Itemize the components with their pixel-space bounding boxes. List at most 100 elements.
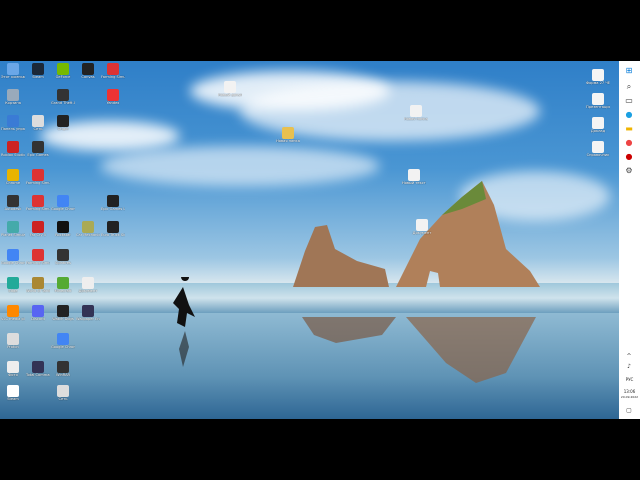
document-icon [416, 219, 428, 231]
icon-30[interactable]: Minecraft [51, 277, 75, 303]
icon-label: Watch Dogs [52, 317, 74, 321]
notifications-icon[interactable]: ▢ [623, 405, 635, 417]
settings-icon[interactable]: ⚙ [623, 165, 635, 177]
icon-14[interactable]: Chrome [1, 169, 25, 195]
icon-2[interactable]: Steam [26, 63, 50, 89]
start-icon[interactable]: ⊞ [623, 65, 635, 77]
app-icon [32, 249, 44, 261]
icon-21[interactable]: Far Cry 5 [26, 221, 50, 247]
icon-4[interactable]: Canvas [76, 63, 100, 89]
icon-1[interactable]: Этот компьютер [1, 63, 25, 89]
icon-9[interactable]: Панель управления [1, 115, 25, 141]
icon-16[interactable]: Autodesk [1, 195, 25, 221]
icon-25[interactable]: Google Chrome [1, 249, 25, 275]
desktop-wallpaper: Этот компьютер Steam GeForce Canvas Farming … [0, 61, 619, 419]
file-4[interactable]: Новый текстовый документ [402, 169, 426, 195]
icon-label: Документ [78, 289, 98, 293]
icon-7[interactable]: Grand Theft Auto [51, 89, 75, 115]
icon-34[interactable]: Watch Dogs [51, 305, 75, 331]
icon-20[interactable]: Planet Simulator [1, 221, 25, 247]
app-icon [57, 277, 69, 289]
icon-39[interactable]: Total Commander [26, 361, 50, 387]
icon-6[interactable]: Корзина [1, 89, 25, 115]
app-icon [32, 277, 44, 289]
app-icon [7, 249, 19, 261]
icon-36[interactable]: Proton [1, 333, 25, 359]
icon-label: Google Chrome [51, 207, 75, 211]
rfile-2[interactable]: Презентация [586, 93, 610, 119]
rfile-1[interactable]: Форма 27 ЧЕТВ [586, 69, 610, 95]
icon-33[interactable]: Discord [26, 305, 50, 331]
yandex-icon[interactable]: ● [623, 151, 635, 163]
icon-37[interactable]: Google Chrome [51, 333, 75, 359]
icon-26[interactable]: Farming Simulator [26, 249, 50, 275]
app-icon [82, 277, 94, 289]
icon-11[interactable]: Origin [51, 115, 75, 141]
file-1[interactable]: Новый документ [218, 81, 242, 107]
icon-5[interactable]: Farming Simulator [101, 63, 125, 89]
icon-label: Car Mechanic [76, 233, 100, 237]
icon-28[interactable]: Edge [1, 277, 25, 303]
app-icon [32, 169, 44, 181]
edge-icon[interactable]: ● [623, 109, 635, 121]
icon-19[interactable]: Epic Games Launcher [101, 195, 125, 221]
icon-12[interactable]: Roblox Studio [1, 141, 25, 167]
icon-42[interactable]: Сеть [51, 385, 75, 411]
file-3[interactable]: Новая папка (2) [404, 105, 428, 131]
icon-label: Новая папка (2) [404, 117, 428, 121]
app-icon [7, 277, 19, 289]
icon-41[interactable]: Steam [1, 385, 25, 411]
icon-27[interactable]: Spintires [51, 249, 75, 275]
document-icon [592, 93, 604, 105]
icon-label: Roblox Studio [1, 153, 25, 157]
icon-13[interactable]: Epic Games [26, 141, 50, 167]
app-icon [7, 115, 19, 127]
clock-time[interactable]: 13:06 [619, 389, 640, 394]
icon-label: Total Commander [26, 373, 50, 377]
icon-24[interactable]: Euro Truck Simulator [101, 221, 125, 247]
icon-label: Planet Simulator [1, 233, 25, 237]
app-icon [7, 333, 19, 345]
icon-label: Discord [31, 317, 45, 321]
icon-23[interactable]: Car Mechanic [76, 221, 100, 247]
icon-label: Epic Games Launcher [101, 207, 125, 211]
icon-label: Farming Simulator 19 [26, 181, 50, 185]
app-icon [7, 63, 19, 75]
speaker-icon[interactable]: ♪ [623, 361, 635, 373]
icon-40[interactable]: WinRAR [51, 361, 75, 387]
icon-10[interactable]: Сеть [26, 115, 50, 141]
icon-label: World of Tanks [26, 289, 50, 293]
clock-date[interactable]: 20.09.2022 [619, 395, 640, 399]
search-icon[interactable]: ⌕ [623, 81, 635, 93]
file-5[interactable]: Документ [410, 219, 434, 245]
icon-35[interactable]: Wallpaper Engine [76, 305, 100, 331]
icon-label: Сеть [58, 397, 68, 401]
icon-8[interactable]: Yandex [101, 89, 125, 115]
chrome-icon[interactable]: ● [623, 137, 635, 149]
rfile-3[interactable]: Доклад [586, 117, 610, 143]
icon-label: Minecraft [54, 289, 72, 293]
icon-38[interactable]: Фото [1, 361, 25, 387]
icon-18[interactable]: Google Chrome [51, 195, 75, 221]
app-icon [82, 221, 94, 233]
icon-3[interactable]: GeForce [51, 63, 75, 89]
app-icon [57, 63, 69, 75]
app-icon [57, 333, 69, 345]
icon-32[interactable]: VLC media player [1, 305, 25, 331]
task-view-icon[interactable]: ▭ [623, 95, 635, 107]
file-2[interactable]: Новая папка [276, 127, 300, 153]
language-indicator[interactable]: РУС [619, 377, 640, 382]
icon-label: Rockstar [55, 233, 71, 237]
folder-icon[interactable]: ▬ [623, 123, 635, 135]
app-icon [107, 195, 119, 207]
icon-label: Epic Games [27, 153, 49, 157]
icon-15[interactable]: Farming Simulator 19 [26, 169, 50, 195]
icon-31[interactable]: Документ [76, 277, 100, 303]
icon-label: Grand Theft Auto [51, 101, 75, 105]
rfile-4[interactable]: Справочник [586, 141, 610, 167]
icon-22[interactable]: Rockstar [51, 221, 75, 247]
icon-17[interactable]: Farming Simulator 17 [26, 195, 50, 221]
icon-label: Spintires [55, 261, 71, 265]
app-icon [32, 305, 44, 317]
icon-29[interactable]: World of Tanks [26, 277, 50, 303]
